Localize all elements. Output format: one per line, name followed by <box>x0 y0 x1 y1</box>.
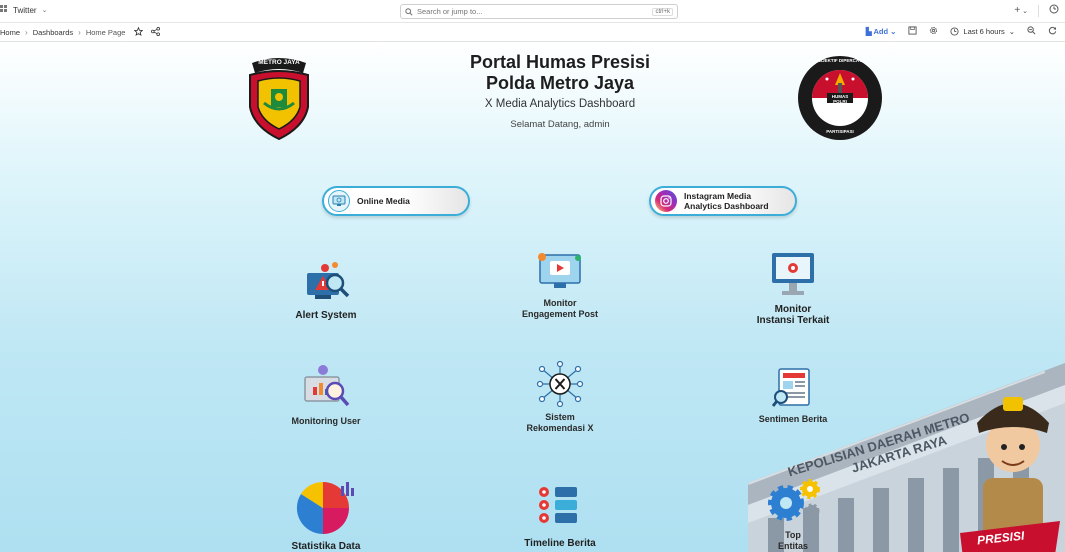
star-icon[interactable] <box>134 26 144 38</box>
add-panel-icon: ▙ <box>865 27 872 36</box>
instagram-icon <box>655 190 677 212</box>
metro-jaya-logo-text: METRO JAYA <box>258 59 300 66</box>
chevron-right-icon: › <box>25 28 28 37</box>
search-box[interactable]: ctrl+k <box>400 4 678 19</box>
refresh-icon[interactable] <box>1048 26 1057 37</box>
search-shortcut: ctrl+k <box>652 7 673 16</box>
search-icon <box>405 3 413 21</box>
dashboard-panel: METRO JAYA Portal Humas Presisi Polda Me… <box>0 43 1065 552</box>
user-search-icon <box>304 365 350 407</box>
page-title-line2: Polda Metro Jaya <box>485 73 635 93</box>
breadcrumb-current: Home Page <box>85 28 126 37</box>
breadcrumb-dashboards[interactable]: Dashboards <box>33 28 73 37</box>
humas-polri-ring-bottom: PARTISIPASI <box>826 129 854 134</box>
monitor-icon <box>772 253 814 295</box>
org-icon <box>0 5 8 15</box>
police-mascot-image: PRESISI <box>955 383 1065 552</box>
zoom-out-icon[interactable] <box>1027 26 1036 37</box>
chevron-down-icon: ⌄ <box>41 7 48 14</box>
humas-polri-ring-top: OBJEKTIF DIPERCAYA <box>815 58 865 63</box>
monitoring-user-label: Monitoring User <box>291 416 361 426</box>
humas-polri-badge-text: HUMAS POLRI <box>831 94 849 104</box>
top-bar: Twitter ⌄ ctrl+k + ⌄ <box>0 0 1065 23</box>
instagram-dashboard-label: Instagram Media Analytics Dashboard <box>684 191 769 211</box>
sistem-rekomendasi-label: Sistem Rekomendasi X <box>526 412 594 433</box>
breadcrumb-home[interactable]: Home <box>0 28 20 37</box>
time-range-label: Last 6 hours <box>963 27 1005 36</box>
monitoring-user-tile[interactable]: Monitoring User <box>276 361 376 427</box>
monitor-instansi-tile[interactable]: Monitor Instansi Terkait <box>738 249 848 326</box>
x-network-icon <box>536 360 584 408</box>
statistika-data-tile[interactable]: Statistika Data <box>276 478 376 552</box>
gears-icon <box>768 479 820 521</box>
org-switcher[interactable]: Twitter ⌄ <box>0 5 47 15</box>
pie-chart-icon <box>296 481 354 535</box>
top-entitas-tile[interactable]: Top Entitas <box>755 475 831 552</box>
new-button[interactable]: + ⌄ <box>1014 5 1028 16</box>
timeline-icon <box>539 487 577 523</box>
sistem-rekomendasi-tile[interactable]: Sistem Rekomendasi X <box>505 360 615 434</box>
online-media-label: Online Media <box>357 196 410 206</box>
monitor-engagement-tile[interactable]: Monitor Engagement Post <box>505 249 615 320</box>
sentimen-berita-label: Sentimen Berita <box>758 414 828 424</box>
alert-system-label: Alert System <box>295 310 357 321</box>
history-icon[interactable] <box>1049 4 1059 17</box>
page-subtitle: X Media Analytics Dashboard <box>484 98 636 110</box>
org-name: Twitter <box>13 5 37 15</box>
breadcrumb: Home › Dashboards › Home Page <box>0 26 161 38</box>
timeline-berita-label: Timeline Berita <box>524 538 596 549</box>
timeline-berita-tile[interactable]: Timeline Berita <box>505 483 615 549</box>
gear-icon[interactable] <box>929 26 938 37</box>
clock-icon <box>950 27 959 36</box>
dashboard-toolbar: Home › Dashboards › Home Page ▙ Add ⌄ La… <box>0 23 1065 42</box>
add-button[interactable]: ▙ Add ⌄ <box>866 27 897 36</box>
top-entitas-label: Top Entitas <box>777 530 808 551</box>
online-media-link[interactable]: Online Media <box>322 186 470 216</box>
online-media-icon <box>328 190 350 212</box>
divider <box>1038 4 1039 17</box>
statistika-data-label: Statistika Data <box>291 541 361 552</box>
monitor-engagement-label: Monitor Engagement Post <box>521 298 598 319</box>
sentimen-berita-tile[interactable]: Sentimen Berita <box>743 365 843 425</box>
welcome-message: Selamat Datang, admin <box>510 119 610 130</box>
portal-header: Portal Humas Presisi Polda Metro Jaya X … <box>360 52 760 130</box>
chevron-right-icon: › <box>78 28 81 37</box>
time-picker[interactable]: Last 6 hours ⌄ <box>950 27 1015 36</box>
news-icon <box>771 368 810 407</box>
save-icon[interactable] <box>908 26 917 37</box>
add-label: Add <box>873 27 889 36</box>
humas-polri-logo: HUMAS POLRI OBJEKTIF DIPERCAYA PARTISIPA… <box>797 55 883 141</box>
search-input[interactable] <box>417 7 649 16</box>
alert-system-tile[interactable]: Alert System <box>276 259 376 321</box>
chevron-down-icon: ⌄ <box>1008 27 1015 36</box>
page-title: Portal Humas Presisi <box>469 52 651 72</box>
share-icon[interactable] <box>151 27 161 38</box>
engagement-icon <box>538 253 581 288</box>
alert-icon <box>307 262 350 299</box>
instagram-dashboard-link[interactable]: Instagram Media Analytics Dashboard <box>649 186 797 216</box>
monitor-instansi-label: Monitor Instansi Terkait <box>756 304 830 326</box>
metro-jaya-logo: METRO JAYA <box>246 55 312 141</box>
